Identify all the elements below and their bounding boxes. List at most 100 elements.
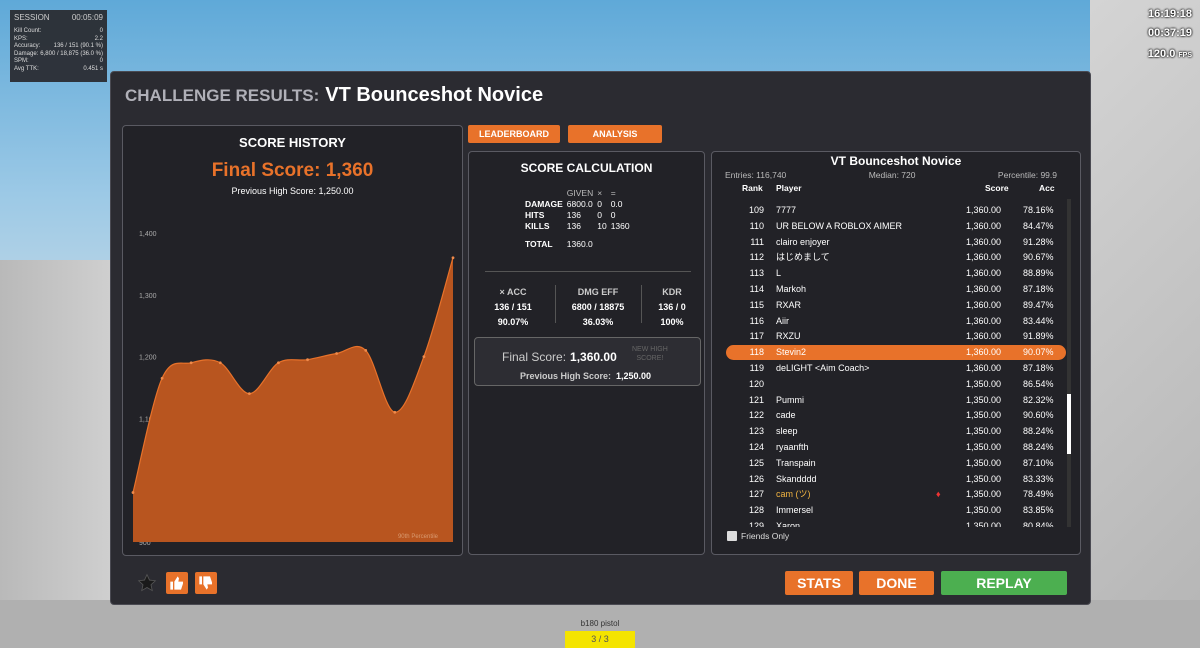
accuracy-cell: 88.89% — [1023, 268, 1054, 279]
score-point — [364, 349, 368, 352]
col-score: Score — [985, 183, 1009, 193]
leaderboard-row-current-player[interactable]: 118 Stevin2 1,360.00 90.07% — [726, 345, 1066, 361]
player-cell: 7777 — [776, 205, 797, 215]
accuracy-cell: 87.18% — [1023, 284, 1054, 294]
score-cell: 1,360.00 — [966, 299, 1002, 310]
leaderboard-row[interactable]: 115 RXAR 1,360.00 89.47% — [726, 298, 1066, 313]
tab-leaderboard[interactable]: LEADERBOARD — [468, 125, 560, 143]
leaderboard-row[interactable]: 111 clairo enjoyer 1,360.00 91.28% — [726, 235, 1066, 250]
rank-cell: 109 — [748, 205, 764, 215]
calc-row-hits: HITS 136 0 0 — [525, 210, 616, 220]
player-cell: RXAR — [776, 299, 802, 310]
player-cell: Pummi — [776, 394, 805, 405]
leaderboard-row[interactable]: 129 Xaron 1,350.00 80.84% — [726, 519, 1066, 527]
damage-efficiency-stat: DMG EFF 6800 / 18875 36.03% — [571, 287, 625, 327]
fps-unit: FPS — [1178, 52, 1192, 59]
leaderboard-row[interactable]: 127 cam (ツ) 1,350.00 78.49% ♦ — [726, 487, 1066, 502]
page-title: CHALLENGE RESULTS: VT Bounceshot Novice — [125, 84, 543, 107]
leaderboard-row[interactable]: 122 cade 1,350.00 90.60% — [726, 408, 1066, 423]
friends-only-toggle[interactable]: Friends Only — [727, 531, 789, 541]
score-point — [451, 256, 455, 260]
score-point — [160, 376, 164, 380]
score-point — [393, 410, 397, 414]
session-stat-label: KPS: — [14, 35, 28, 42]
session-stat-row: KPS: 2.2 — [14, 36, 103, 44]
leaderboard-row[interactable]: 124 ryaanfth 1,350.00 88.24% — [726, 440, 1066, 455]
replay-button[interactable]: REPLAY — [941, 571, 1067, 595]
leaderboard-row[interactable]: 119 deLIGHT <Aim Coach> 1,360.00 87.18% — [726, 361, 1066, 376]
col-equals: = — [610, 188, 616, 198]
divider — [485, 271, 691, 272]
leaderboard-row[interactable]: 123 sleep 1,350.00 88.24% — [726, 424, 1066, 439]
scrollbar-thumb[interactable] — [1067, 394, 1071, 454]
col-player: Player — [776, 183, 802, 193]
thumbs-up-icon[interactable] — [166, 572, 188, 594]
score-cell: 1,360.00 — [966, 284, 1002, 294]
thumbs-down-icon[interactable] — [195, 572, 217, 594]
friends-only-checkbox[interactable] — [727, 531, 737, 541]
session-stat-row: SPM: 0 — [14, 58, 103, 66]
previous-high-score: Previous High Score: 1,250.00 — [231, 186, 354, 196]
score-history-heading: SCORE HISTORY — [239, 135, 346, 150]
leaderboard-list[interactable]: 109 7777 1,360.00 78.16% 110 UR BELOW A ROBLO… — [726, 199, 1066, 527]
tab-analysis[interactable]: ANALYSIS — [568, 125, 662, 143]
previous-high-score-line: Previous High Score: 1,250.00 — [520, 371, 652, 381]
score-point — [335, 352, 339, 355]
accuracy-cell: 83.44% — [1023, 315, 1054, 326]
leaderboard-row[interactable]: 128 Immersel 1,350.00 83.85% — [726, 503, 1066, 518]
player-cell: UR BELOW A ROBLOX AIMER — [776, 220, 903, 231]
player-cell: はじめまして — [776, 252, 830, 263]
player-cell: L — [776, 268, 782, 279]
score-calc-table: GIVEN × = DAMAGE 6800.0 0 0.0 HITS 136 0… — [525, 188, 634, 250]
calc-row-total: TOTAL 1360.0 — [525, 239, 593, 249]
session-stat-label: Kill Count: — [14, 28, 42, 34]
rank-cell: 126 — [748, 473, 764, 484]
leaderboard-row[interactable]: 117 RXZU 1,360.00 91.89% — [726, 329, 1066, 344]
accuracy-cell: 83.33% — [1023, 473, 1054, 484]
rank-cell: 119 — [749, 363, 764, 373]
player-cell: Markoh — [776, 284, 807, 294]
rank-cell: 115 — [749, 299, 764, 310]
player-cell: sleep — [776, 426, 798, 437]
accuracy-cell: 89.47% — [1023, 299, 1054, 310]
leaderboard-title: VT Bounceshot Novice — [830, 154, 962, 168]
calc-row-damage: DAMAGE 6800.0 0 0.0 — [525, 199, 623, 209]
rank-cell: 124 — [748, 442, 764, 452]
leaderboard-row[interactable]: 120 1,350.00 86.54% — [726, 377, 1066, 392]
done-button[interactable]: DONE — [859, 571, 934, 595]
score-cell: 1,350.00 — [966, 426, 1002, 437]
leaderboard-row[interactable]: 116 Aiir 1,360.00 83.44% — [726, 314, 1066, 329]
rank-cell: 120 — [748, 378, 764, 389]
score-cell: 1,350.00 — [966, 442, 1002, 452]
stats-button[interactable]: STATS — [785, 571, 853, 595]
friends-only-label: Friends Only — [741, 531, 790, 541]
player-cell: Xaron — [776, 521, 801, 527]
session-stat-row: Damage: 6,800 / 18,875 (36.0 %) — [14, 51, 103, 59]
score-cell: 1,350.00 — [966, 378, 1002, 389]
leaderboard-row[interactable]: 110 UR BELOW A ROBLOX AIMER 1,360.00 84.47% — [726, 219, 1066, 234]
leaderboard-row[interactable]: 125 Transpain 1,350.00 87.10% — [726, 456, 1066, 471]
leaderboard-meta: Entries: 116,740 Median: 720 Percentile:… — [712, 170, 1080, 180]
leaderboard-row[interactable]: 112 はじめまして 1,360.00 90.67% — [726, 250, 1066, 265]
fps-counter: 120.0 FPS — [1148, 48, 1192, 60]
leaderboard-row[interactable]: 114 Markoh 1,360.00 87.18% — [726, 282, 1066, 297]
leaderboard-row[interactable]: 109 7777 1,360.00 78.16% — [726, 203, 1066, 218]
score-cell: 1,350.00 — [966, 457, 1002, 468]
leaderboard-row[interactable]: 121 Pummi 1,350.00 82.32% — [726, 393, 1066, 408]
col-multiplier: × — [597, 188, 603, 198]
session-stat-value: 2.2 — [94, 35, 103, 42]
leaderboard-scrollbar[interactable] — [1067, 199, 1071, 527]
accuracy-stat: × ACC 136 / 151 90.07% — [494, 287, 532, 327]
score-cell: 1,360.00 — [966, 220, 1002, 231]
leaderboard-row[interactable]: 126 Skandddd 1,350.00 83.33% — [726, 472, 1066, 487]
divider — [555, 285, 556, 323]
calc-row-kills: KILLS 136 10 1360 — [525, 221, 630, 231]
favorite-star-icon[interactable] — [136, 572, 158, 594]
ammo-counter: 3 / 3 — [565, 631, 635, 648]
leaderboard-row[interactable]: 113 L 1,360.00 88.89% — [726, 266, 1066, 281]
player-cell: deLIGHT <Aim Coach> — [776, 363, 870, 373]
accuracy-cell: 83.85% — [1023, 505, 1054, 516]
session-stat-value: 0 — [99, 58, 103, 64]
player-cell: RXZU — [776, 331, 801, 342]
new-high-score-badge: NEW HIGH SCORE! — [632, 346, 668, 362]
